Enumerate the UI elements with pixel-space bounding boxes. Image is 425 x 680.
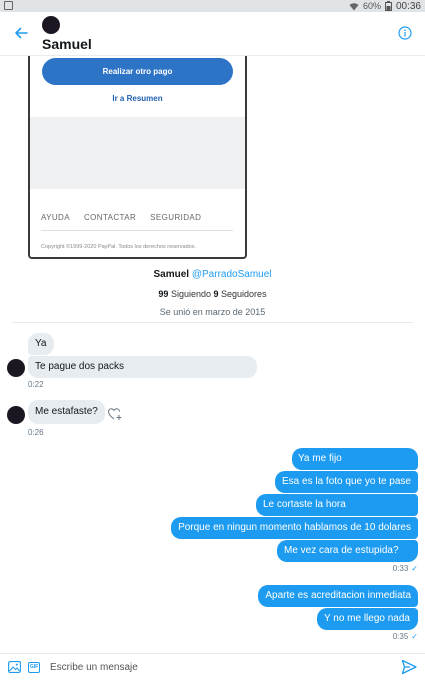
status-bar: 60% 00:36 — [0, 0, 425, 12]
followers-label[interactable]: Seguidores — [221, 289, 267, 299]
message-timestamp: 0:33 ✓ — [393, 564, 418, 573]
avatar[interactable] — [7, 359, 25, 377]
shared-image-message[interactable]: Realizar otro pago Ir a Resumen AYUDA CO… — [28, 56, 247, 259]
add-image-button[interactable] — [7, 660, 21, 674]
joined-date: Se unió en marzo de 2015 — [159, 307, 266, 317]
back-arrow-icon — [15, 27, 28, 39]
paypal-summary-link: Ir a Resumen — [112, 94, 163, 103]
following-label[interactable]: Siguiendo — [171, 289, 211, 299]
incoming-message[interactable]: Te pague dos packs — [28, 356, 257, 378]
paypal-footer-links: AYUDA CONTACTAR SEGURIDAD — [41, 213, 201, 222]
info-icon — [398, 26, 412, 40]
divider — [12, 322, 413, 323]
send-icon[interactable] — [401, 659, 417, 675]
paypal-divider — [41, 230, 233, 231]
followers-count: 9 — [213, 289, 219, 299]
image-icon — [7, 661, 21, 673]
conversation-header: Samuel — [0, 12, 425, 56]
paypal-footer-contact: CONTACTAR — [83, 213, 137, 222]
conversation-title[interactable]: Samuel — [42, 36, 92, 52]
screenshot-notification-icon — [4, 1, 13, 10]
following-count: 99 — [158, 289, 169, 299]
message-time: 0:33 — [392, 564, 409, 573]
paypal-footer-security: SEGURIDAD — [150, 213, 202, 222]
outgoing-message[interactable]: Y no me llego nada — [317, 608, 418, 630]
paypal-copyright: Copyright ©1999-2020 PayPal. Todos los d… — [41, 244, 196, 250]
message-timestamp: 0:26 — [28, 428, 44, 437]
sent-check-icon: ✓ — [411, 564, 418, 573]
message-input[interactable] — [50, 658, 380, 676]
status-bar-right: 60% 00:36 — [349, 0, 421, 12]
wifi-icon — [349, 2, 359, 11]
battery-percent: 60% — [362, 1, 381, 11]
sent-check-icon: ✓ — [411, 632, 418, 641]
message-timestamp: 0:22 — [28, 380, 44, 389]
outgoing-message[interactable]: Aparte es acreditacion inmediata — [258, 585, 418, 607]
outgoing-message[interactable]: Porque en ningun momento hablamos de 10 … — [171, 517, 418, 539]
paypal-pay-again-button: Realizar otro pago — [42, 58, 233, 85]
add-reaction-icon[interactable] — [108, 407, 122, 421]
outgoing-message[interactable]: Ya me fijo — [292, 448, 418, 470]
profile-name[interactable]: Samuel — [154, 269, 190, 280]
clock: 00:36 — [395, 0, 421, 12]
outgoing-message[interactable]: Le cortaste la hora — [256, 494, 418, 516]
follow-stats: 99 Siguiendo 9 Seguidores — [0, 288, 425, 300]
battery-icon — [384, 1, 392, 11]
gif-icon: GIF — [28, 661, 40, 673]
incoming-message[interactable]: Ya — [28, 333, 54, 355]
message-composer: GIF — [0, 653, 425, 680]
profile-name-line[interactable]: Samuel @ParradoSamuel — [0, 268, 425, 282]
back-button[interactable] — [10, 22, 32, 44]
outgoing-message[interactable]: Me vez cara de estupida? — [277, 540, 418, 562]
add-gif-button[interactable]: GIF — [27, 660, 41, 674]
avatar[interactable] — [7, 406, 25, 424]
paypal-footer-help: AYUDA — [41, 213, 70, 222]
info-button[interactable] — [394, 22, 416, 44]
incoming-message[interactable]: Me estafaste? — [28, 400, 105, 424]
profile-handle[interactable]: @ParradoSamuel — [192, 269, 272, 280]
outgoing-message[interactable]: Esa es la foto que yo te pase — [275, 471, 418, 493]
avatar[interactable] — [42, 16, 60, 34]
message-time: 0:35 — [392, 632, 409, 641]
profile-summary: Samuel @ParradoSamuel 99 Siguiendo 9 Seg… — [0, 268, 425, 318]
paypal-grey-panel — [30, 117, 245, 189]
message-timestamp: 0:35 ✓ — [393, 632, 418, 641]
